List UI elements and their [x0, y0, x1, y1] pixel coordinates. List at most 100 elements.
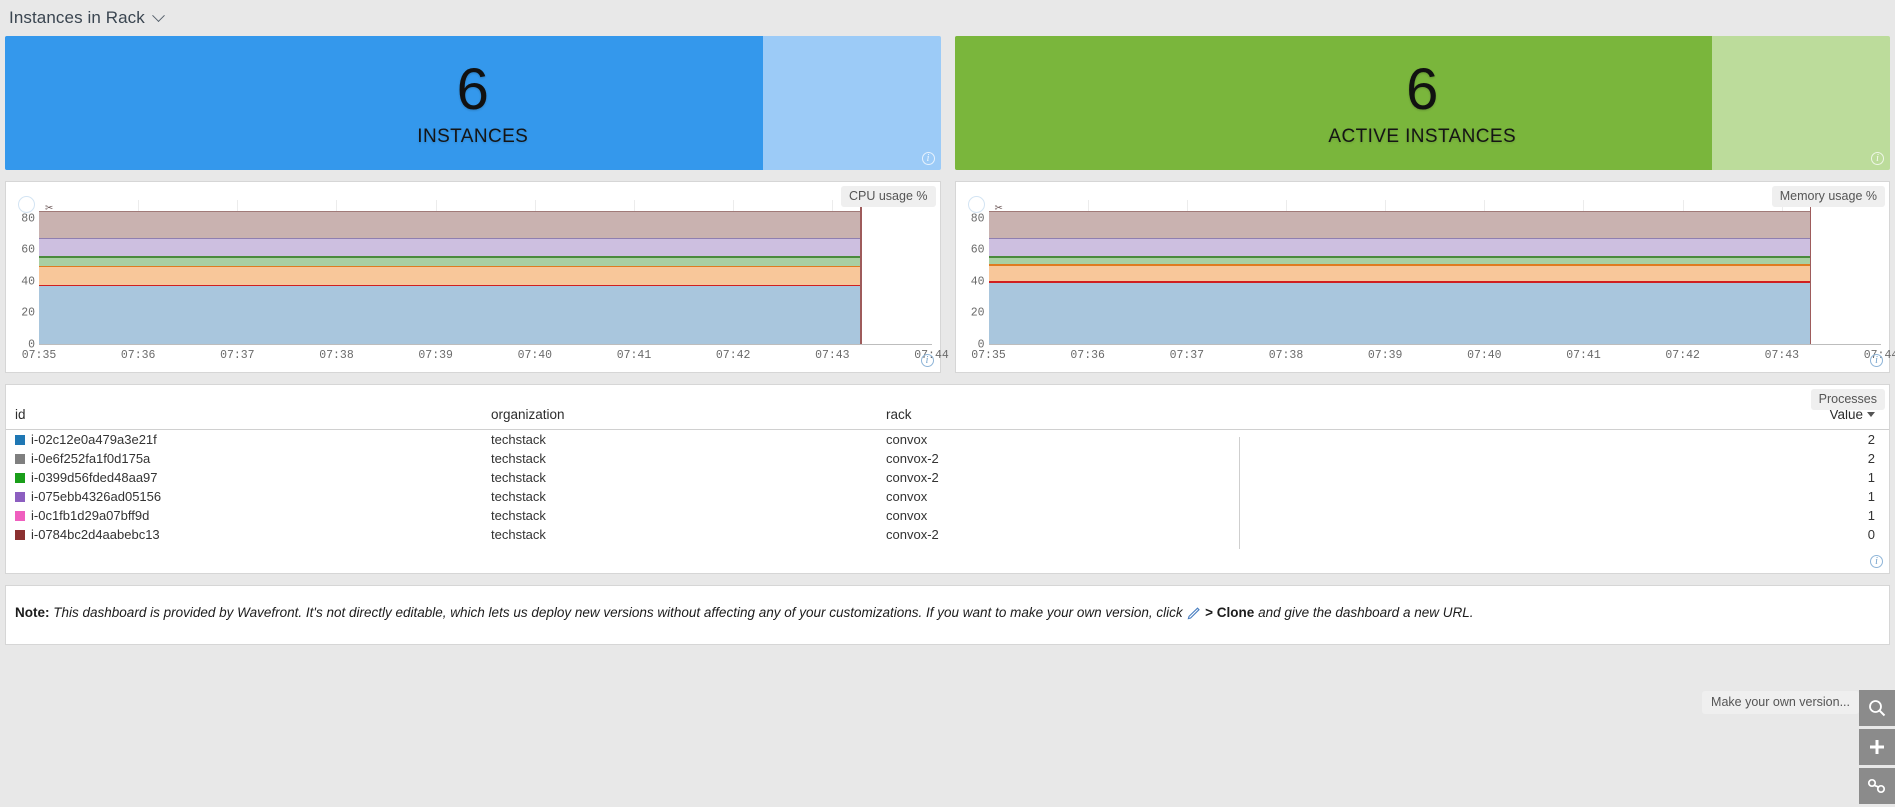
series-color-swatch — [15, 472, 25, 483]
cell-rack: convox — [886, 488, 928, 504]
cell-organization: techstack — [491, 450, 546, 466]
x-axis-tick: 07:39 — [418, 349, 453, 362]
info-icon[interactable]: i — [1870, 555, 1883, 568]
pencil-icon[interactable] — [1186, 607, 1201, 624]
scissors-icon: ✂ — [45, 203, 54, 214]
series-line — [988, 264, 1810, 266]
cell-rack: convox-2 — [886, 450, 939, 466]
plot-area[interactable]: ✂ — [39, 200, 932, 345]
cell-rack: convox — [886, 431, 928, 447]
kpi-tile-active-instances[interactable]: 6 ACTIVE INSTANCES i — [954, 36, 1890, 170]
data-end-line — [1809, 200, 1812, 344]
plus-icon[interactable] — [1859, 729, 1895, 765]
table-row[interactable]: i-02c12e0a479a3e21f techstack convox 2 — [6, 430, 1889, 449]
x-axis-tick: 07:42 — [1665, 349, 1700, 362]
area-band — [39, 210, 861, 238]
processes-panel: Processes id organization rack Value i-0… — [5, 384, 1890, 574]
table-row[interactable]: i-0784bc2d4aabebc13 techstack convox-2 0 — [6, 525, 1889, 544]
cell-value: 1 — [1867, 469, 1875, 485]
note-label: Note: — [15, 605, 50, 621]
series-line — [988, 237, 1810, 240]
plot-area[interactable]: ✂ — [988, 200, 1881, 345]
table-row[interactable]: i-0399d56fded48aa97 techstack convox-2 1 — [6, 468, 1889, 487]
cell-value: 2 — [1867, 450, 1875, 466]
x-axis-tick: 07:41 — [1566, 349, 1601, 362]
chart-panel-memory-usage: Memory usage % 0 20 40 60 80 ✂ 07:35 07:36 07:37 0… — [954, 181, 1895, 373]
series-line — [988, 281, 1810, 283]
chart-title[interactable]: Memory usage % — [1771, 186, 1885, 207]
clone-link[interactable]: > Clone — [1205, 605, 1254, 620]
series-line — [39, 237, 861, 240]
floating-action-rail — [1859, 690, 1895, 807]
make-your-own-version-tooltip: Make your own version... — [1702, 691, 1859, 714]
column-header-value[interactable]: Value — [1241, 385, 1889, 430]
kpi-row: 6 INSTANCES i 6 ACTIVE INSTANCES i — [0, 36, 1895, 170]
cell-id: i-075ebb4326ad05156 — [6, 487, 491, 506]
y-axis-tick: 60 — [970, 243, 985, 257]
area-band — [39, 256, 861, 266]
chart-row: CPU usage % 0 20 40 60 80 ✂ 07:35 07:36 07:37 07:3… — [0, 170, 1895, 373]
instance-id-text: i-075ebb4326ad05156 — [31, 488, 162, 504]
series-color-swatch — [15, 529, 25, 540]
area-band — [39, 265, 861, 285]
cell-rack: convox-2 — [886, 469, 939, 485]
cell-id: i-0784bc2d4aabebc13 — [6, 525, 491, 544]
cell-value: 2 — [1867, 431, 1875, 447]
x-axis: 07:35 07:36 07:37 07:38 07:39 07:40 07:41 07:42… — [22, 345, 949, 372]
cell-organization: techstack — [491, 507, 546, 523]
x-axis-tick: 07:36 — [1070, 349, 1105, 362]
stacked-areas — [988, 200, 1810, 344]
series-color-swatch — [15, 453, 25, 464]
processes-panel-title[interactable]: Processes — [1810, 389, 1885, 410]
info-icon[interactable]: i — [1870, 354, 1883, 367]
x-axis: 07:35 07:36 07:37 07:38 07:39 07:40 07:41 07:42… — [971, 345, 1895, 372]
note-panel: Note: This dashboard is provided by Wave… — [5, 585, 1890, 645]
info-icon[interactable]: i — [920, 354, 934, 367]
search-icon[interactable] — [1859, 690, 1895, 726]
kpi-tile-instances[interactable]: 6 INSTANCES i — [5, 36, 941, 170]
cell-id: i-0e6f252fa1f0d175a — [6, 449, 491, 468]
area-band — [39, 237, 861, 257]
info-icon[interactable]: i — [921, 152, 935, 165]
chart-title[interactable]: CPU usage % — [840, 186, 936, 207]
y-axis: 0 20 40 60 80 — [956, 200, 989, 351]
y-axis-tick: 80 — [970, 212, 985, 226]
chevron-down-icon[interactable] — [152, 8, 165, 22]
x-axis-tick: 07:43 — [815, 349, 850, 362]
page-title[interactable]: Instances in Rack — [9, 8, 145, 28]
area-band — [988, 281, 1810, 344]
y-axis-tick: 40 — [970, 275, 985, 289]
sort-desc-caret-icon — [1867, 412, 1875, 417]
x-axis-tick: 07:41 — [616, 349, 652, 362]
column-header-organization[interactable]: organization — [491, 385, 886, 430]
area-band — [988, 237, 1810, 257]
x-axis-tick: 07:39 — [1367, 349, 1403, 362]
table-row[interactable]: i-0e6f252fa1f0d175a techstack convox-2 2 — [6, 449, 1889, 468]
series-line — [39, 256, 861, 258]
note-text-part-1: This dashboard is provided by Wavefront.… — [53, 605, 1183, 621]
cell-rack: convox — [886, 507, 928, 523]
cell-id: i-0399d56fded48aa97 — [6, 468, 491, 487]
chart-panel-cpu-usage: CPU usage % 0 20 40 60 80 ✂ 07:35 07:36 07:37 07:3… — [5, 181, 949, 373]
y-axis-tick: 60 — [21, 243, 35, 257]
series-line — [39, 284, 861, 287]
column-header-rack[interactable]: rack — [886, 385, 1241, 430]
info-icon[interactable]: i — [1871, 152, 1884, 165]
x-axis-tick: 07:38 — [1268, 349, 1304, 362]
y-axis-tick: 20 — [970, 306, 985, 320]
kpi-fill — [5, 36, 763, 170]
x-axis-tick: 07:35 — [21, 349, 57, 362]
cell-value: 1 — [1867, 488, 1875, 504]
dashboard-header: Instances in Rack — [0, 0, 1895, 36]
area-band — [988, 256, 1810, 265]
instance-id-text: i-0c1fb1d29a07bff9d — [31, 507, 150, 523]
cell-rack: convox-2 — [886, 526, 939, 542]
table-row[interactable]: i-0c1fb1d29a07bff9d techstack convox 1 — [6, 506, 1889, 525]
cell-organization: techstack — [491, 431, 546, 447]
x-axis-tick: 07:42 — [715, 349, 751, 362]
link-icon[interactable] — [1859, 768, 1895, 804]
column-header-id[interactable]: id — [6, 385, 491, 430]
table-row[interactable]: i-075ebb4326ad05156 techstack convox 1 — [6, 487, 1889, 506]
series-color-swatch — [15, 510, 25, 521]
kpi-value: 6 — [1406, 56, 1439, 122]
